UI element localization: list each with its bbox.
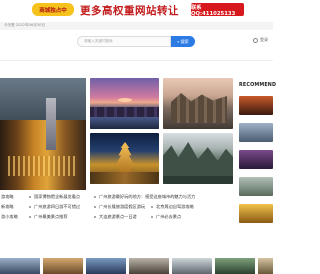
bullet-icon: [29, 196, 31, 198]
user-login[interactable]: 登录: [253, 37, 268, 43]
date-bar: 今天是 2022年06月30日: [0, 22, 273, 30]
login-label: 登录: [260, 37, 268, 42]
search-bar: 请输入关键词搜索 ⌕ 搜索: [77, 36, 195, 47]
article-link[interactable]: 广州旅游最好玩的地方：感受这座城市的魅力与活力: [99, 194, 195, 200]
article-link[interactable]: 游攻略: [1, 194, 14, 200]
bullet-icon: [94, 206, 96, 208]
hero-city-night: [0, 120, 86, 190]
article-link[interactable]: 游小攻略: [1, 214, 18, 220]
header-divider: [0, 60, 273, 61]
bullet-icon: [29, 206, 31, 208]
sunset-glow: [118, 98, 132, 102]
recommend-heading: RECOMMEND: [239, 83, 277, 88]
list-row: 游小攻略 广州最美景点推荐 大连旅游景点—日游 广州必去景点: [0, 213, 236, 221]
gallery-thumb[interactable]: [0, 258, 40, 274]
valley: [163, 176, 233, 184]
pagoda: [115, 142, 135, 172]
search-button[interactable]: ⌕ 搜索: [171, 36, 195, 47]
skyline: [90, 107, 159, 117]
feature-card-mountains[interactable]: [163, 133, 233, 184]
promo-contact-qq[interactable]: 联系QQ:411025133: [191, 3, 244, 17]
recommend-thumb[interactable]: [239, 150, 273, 169]
feature-card-pagoda[interactable]: [90, 133, 159, 184]
water: [90, 117, 159, 129]
mountain-peaks: [163, 142, 233, 176]
bullet-icon: [94, 216, 96, 218]
feature-card-village[interactable]: [163, 78, 233, 129]
promo-banner[interactable]: 商城独占中 更多高权重网站转让 联系QQ:411025133: [0, 0, 273, 22]
article-link[interactable]: 广州长隆旅游度假区游玩: [99, 204, 145, 210]
search-icon: ⌕: [177, 39, 180, 44]
ground: [90, 172, 159, 184]
promo-headline: 更多高权重网站转让: [80, 4, 179, 17]
article-link[interactable]: 广州旅游四日游不可错过: [34, 204, 80, 210]
article-link[interactable]: 北京周边自驾游攻略: [156, 204, 194, 210]
search-input[interactable]: 请输入关键词搜索: [77, 36, 171, 47]
gallery-thumb[interactable]: [129, 258, 169, 274]
gallery-thumb[interactable]: [215, 258, 255, 274]
search-button-label: 搜索: [180, 38, 189, 44]
bullet-icon: [151, 216, 153, 218]
promo-badge: 商城独占中: [32, 3, 74, 16]
bullet-icon: [29, 216, 31, 218]
bottom-image-strip: [0, 258, 273, 274]
article-link[interactable]: 国家博物馆全新展览看点: [34, 194, 80, 200]
article-link[interactable]: 新攻略: [1, 204, 14, 210]
current-date: 今天是 2022年06月30日: [4, 23, 45, 27]
article-link[interactable]: 广州最美景点推荐: [34, 214, 68, 220]
gallery-thumb[interactable]: [172, 258, 212, 274]
gallery-thumb[interactable]: [86, 258, 126, 274]
village-houses: [171, 93, 227, 123]
recommend-thumb[interactable]: [239, 177, 273, 196]
article-link[interactable]: 大连旅游景点—日游: [99, 214, 137, 220]
hero-feature-image[interactable]: [0, 78, 86, 190]
user-icon: [253, 37, 258, 43]
hero-lights: [8, 156, 78, 176]
article-link[interactable]: 广州必去景点: [156, 214, 181, 220]
bullet-icon: [151, 206, 153, 208]
bullet-icon: [94, 196, 96, 198]
gallery-thumb[interactable]: [258, 258, 273, 274]
list-row: 游攻略 国家博物馆全新展览看点 广州旅游最好玩的地方：感受这座城市的魅力与活力: [0, 193, 236, 201]
list-row: 新攻略 广州旅游四日游不可错过 广州长隆旅游度假区游玩 北京周边自驾游攻略: [0, 203, 236, 211]
recommend-thumb[interactable]: [239, 123, 273, 142]
hero-tower: [46, 98, 56, 150]
recommend-thumb[interactable]: [239, 96, 273, 115]
feature-card-sunset-city[interactable]: [90, 78, 159, 129]
gallery-thumb[interactable]: [43, 258, 83, 274]
recommend-thumb[interactable]: [239, 204, 273, 223]
